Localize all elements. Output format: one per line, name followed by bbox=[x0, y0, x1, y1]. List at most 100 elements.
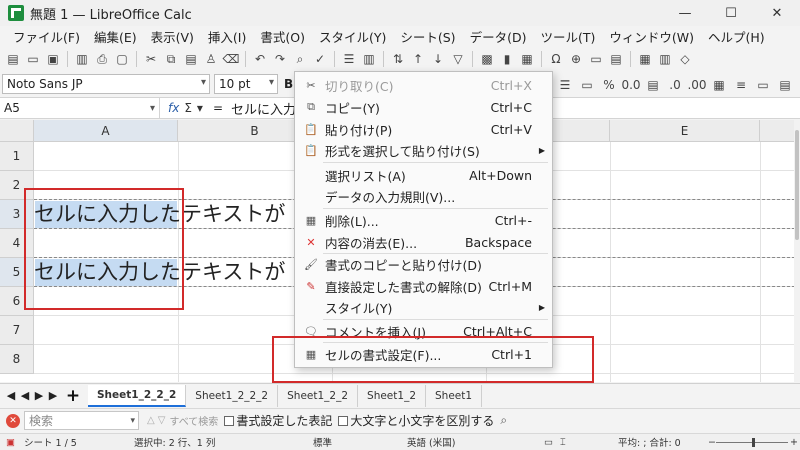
menu-insert[interactable]: 挿入(I) bbox=[201, 27, 253, 46]
menu-item-paste-special[interactable]: 📋 形式を選択して貼り付け(S) ▶ bbox=[295, 139, 552, 161]
menu-styles[interactable]: スタイル(Y) bbox=[312, 27, 393, 46]
export-pdf-icon[interactable]: ▥ bbox=[73, 50, 91, 68]
first-sheet-icon[interactable]: ◀ bbox=[4, 389, 18, 402]
headers-footers-icon[interactable]: ▤ bbox=[607, 50, 625, 68]
borders-icon[interactable]: ▦ bbox=[710, 76, 728, 94]
find-replace-icon[interactable]: ⌕ bbox=[291, 50, 309, 68]
comment-icon[interactable]: ▭ bbox=[587, 50, 605, 68]
open-folder-icon[interactable]: ▭ bbox=[24, 50, 42, 68]
find-replace-icon[interactable]: ⌕ bbox=[500, 413, 507, 428]
menu-item-styles[interactable]: スタイル(Y) ▶ bbox=[295, 296, 552, 318]
cut-icon[interactable]: ✂ bbox=[142, 50, 160, 68]
language[interactable]: 英語 (米国) bbox=[407, 435, 455, 449]
menu-item-copy[interactable]: ⧉ コピー(Y) Ctrl+C bbox=[295, 96, 552, 118]
column-icon[interactable]: ▥ bbox=[360, 50, 378, 68]
zoom-slider-handle[interactable] bbox=[752, 438, 755, 447]
show-draw-functions-icon[interactable]: ◇ bbox=[676, 50, 694, 68]
row-header-6[interactable]: 6 bbox=[0, 287, 34, 316]
menu-tools[interactable]: ツール(T) bbox=[533, 27, 602, 46]
sort-ascending-icon[interactable]: ↑ bbox=[409, 50, 427, 68]
menu-format[interactable]: 書式(O) bbox=[253, 27, 312, 46]
minimize-button[interactable]: — bbox=[662, 0, 708, 26]
clear-formatting-icon[interactable]: ⌫ bbox=[222, 50, 240, 68]
chevron-down-icon[interactable]: ▾ bbox=[130, 416, 135, 426]
last-sheet-icon[interactable]: ▶ bbox=[46, 389, 60, 402]
close-button[interactable]: ✕ bbox=[754, 0, 800, 26]
percent-icon[interactable]: % bbox=[600, 76, 618, 94]
menu-data[interactable]: データ(D) bbox=[463, 27, 534, 46]
chevron-down-icon[interactable]: ▾ bbox=[201, 77, 206, 88]
redo-icon[interactable]: ↷ bbox=[271, 50, 289, 68]
border-color-icon[interactable]: ▭ bbox=[754, 76, 772, 94]
new-document-icon[interactable]: ▤ bbox=[4, 50, 22, 68]
zoom-in-icon[interactable]: + bbox=[790, 437, 798, 448]
menu-file[interactable]: ファイル(F) bbox=[6, 27, 87, 46]
row-header-7[interactable]: 7 bbox=[0, 316, 34, 345]
number-format-icon[interactable]: 0.0 bbox=[621, 76, 640, 94]
vertical-scrollbar[interactable] bbox=[794, 120, 800, 382]
border-style-icon[interactable]: ≡ bbox=[732, 76, 750, 94]
font-size-box[interactable]: 10 pt ▾ bbox=[214, 74, 278, 94]
add-decimal-icon[interactable]: .0 bbox=[666, 76, 684, 94]
add-sheet-button[interactable]: + bbox=[64, 386, 82, 406]
selection-mode-icon[interactable]: ▭ bbox=[544, 437, 553, 448]
maximize-button[interactable]: ☐ bbox=[708, 0, 754, 26]
row-header-8[interactable]: 8 bbox=[0, 345, 34, 374]
row-header-1[interactable]: 1 bbox=[0, 142, 34, 171]
autofilter-icon[interactable]: ▽ bbox=[449, 50, 467, 68]
find-all-button[interactable]: すべて検索 bbox=[169, 413, 218, 428]
sheet-tab-3[interactable]: Sheet1_2_2 bbox=[278, 384, 359, 407]
sheet-tab-1[interactable]: Sheet1_2_2_2 bbox=[88, 384, 187, 407]
menu-item-selection-list[interactable]: 選択リスト(A) Alt+Down bbox=[295, 164, 552, 186]
chevron-down-icon[interactable]: ▾ bbox=[150, 103, 155, 114]
find-next-icon[interactable]: ▽ bbox=[158, 415, 166, 426]
formula-equals-icon[interactable]: = bbox=[213, 101, 223, 115]
save-icon[interactable]: ▣ bbox=[44, 50, 62, 68]
date-format-icon[interactable]: ▤ bbox=[644, 76, 662, 94]
sort-icon[interactable]: ⇅ bbox=[389, 50, 407, 68]
conditional-format-icon[interactable]: ▤ bbox=[776, 76, 794, 94]
clone-formatting-icon[interactable]: ♙ bbox=[202, 50, 220, 68]
special-character-icon[interactable]: Ω bbox=[547, 50, 565, 68]
name-box[interactable]: A5 ▾ bbox=[0, 98, 160, 118]
print-preview-icon[interactable]: ▢ bbox=[113, 50, 131, 68]
menu-item-delete[interactable]: ▦ 削除(L)... Ctrl+- bbox=[295, 209, 552, 231]
print-icon[interactable]: ⎙ bbox=[93, 50, 111, 68]
row-header-2[interactable]: 2 bbox=[0, 171, 34, 200]
insert-chart-icon[interactable]: ▮ bbox=[498, 50, 516, 68]
currency-icon[interactable]: ▭ bbox=[578, 76, 596, 94]
menu-item-format-cells[interactable]: ▦ セルの書式設定(F)... Ctrl+1 bbox=[295, 343, 552, 365]
chevron-down-icon[interactable]: ▾ bbox=[197, 101, 203, 115]
cell-a5[interactable]: セルに入力したテキストが bbox=[34, 258, 285, 287]
sheet-tab-5[interactable]: Sheet1 bbox=[426, 384, 483, 407]
menu-window[interactable]: ウィンドウ(W) bbox=[602, 27, 701, 46]
menu-item-validity[interactable]: データの入力規則(V)... bbox=[295, 185, 552, 207]
next-sheet-icon[interactable]: ▶ bbox=[32, 389, 46, 402]
document-status-icon[interactable]: ⌶ bbox=[560, 437, 566, 448]
cell-a3[interactable]: セルに入力したテキストが bbox=[34, 200, 285, 229]
pivot-table-icon[interactable]: ▦ bbox=[518, 50, 536, 68]
bold-button[interactable]: B bbox=[284, 77, 293, 91]
hyperlink-icon[interactable]: ⊕ bbox=[567, 50, 585, 68]
row-header-5[interactable]: 5 bbox=[0, 258, 34, 287]
menu-view[interactable]: 表示(V) bbox=[144, 27, 201, 46]
column-header-e[interactable]: E bbox=[610, 120, 760, 142]
menu-item-clone-formatting[interactable]: 🖌 書式のコピーと貼り付け(D) bbox=[295, 253, 552, 275]
menu-item-insert-comment[interactable]: 🗨 コメントを挿入(J) Ctrl+Alt+C bbox=[295, 320, 552, 342]
undo-icon[interactable]: ↶ bbox=[251, 50, 269, 68]
copy-icon[interactable]: ⧉ bbox=[162, 50, 180, 68]
paste-icon[interactable]: ▤ bbox=[182, 50, 200, 68]
previous-sheet-icon[interactable]: ◀ bbox=[18, 389, 32, 402]
find-previous-icon[interactable]: △ bbox=[147, 415, 155, 426]
insert-image-icon[interactable]: ▩ bbox=[478, 50, 496, 68]
split-window-icon[interactable]: ▥ bbox=[656, 50, 674, 68]
align-icon[interactable]: ☰ bbox=[556, 76, 574, 94]
menu-item-paste[interactable]: 📋 貼り付け(P) Ctrl+V bbox=[295, 118, 552, 140]
close-find-bar-icon[interactable]: ✕ bbox=[6, 413, 20, 428]
match-case-checkbox[interactable] bbox=[338, 415, 349, 426]
row-header-4[interactable]: 4 bbox=[0, 229, 34, 258]
sum-icon[interactable]: Σ bbox=[184, 101, 192, 115]
row-header-3[interactable]: 3 bbox=[0, 200, 34, 229]
select-all-corner[interactable] bbox=[0, 120, 34, 142]
document-modified-icon[interactable]: ▣ bbox=[6, 437, 15, 448]
